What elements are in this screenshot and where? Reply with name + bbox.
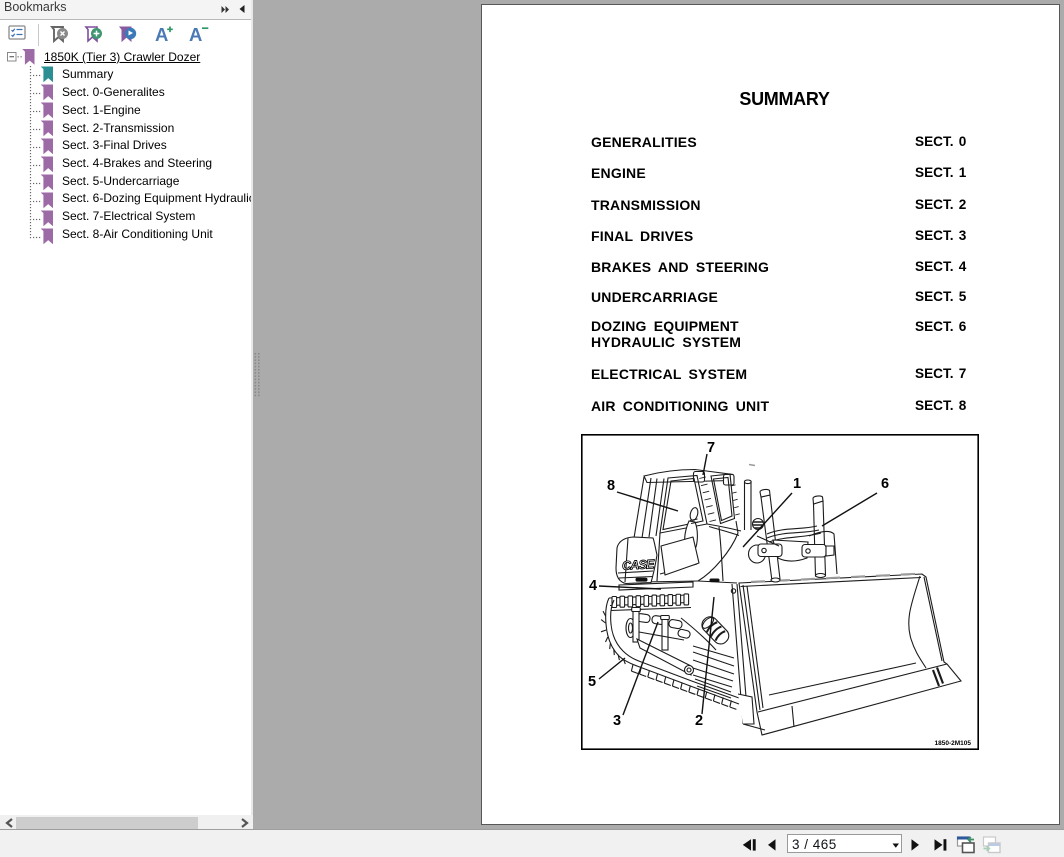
svg-text:A: A xyxy=(189,24,202,45)
svg-text:5: 5 xyxy=(588,674,596,690)
svg-text:2: 2 xyxy=(695,713,703,729)
svg-text:7: 7 xyxy=(707,440,715,456)
svg-text:CASE: CASE xyxy=(622,557,656,573)
svg-text:4: 4 xyxy=(589,578,597,594)
svg-text:A: A xyxy=(155,24,168,45)
svg-text:6: 6 xyxy=(881,476,889,492)
svg-text:3: 3 xyxy=(613,713,621,729)
svg-text:8: 8 xyxy=(607,478,615,494)
svg-text:1850-2M105: 1850-2M105 xyxy=(935,740,972,747)
svg-text:1: 1 xyxy=(793,476,801,492)
